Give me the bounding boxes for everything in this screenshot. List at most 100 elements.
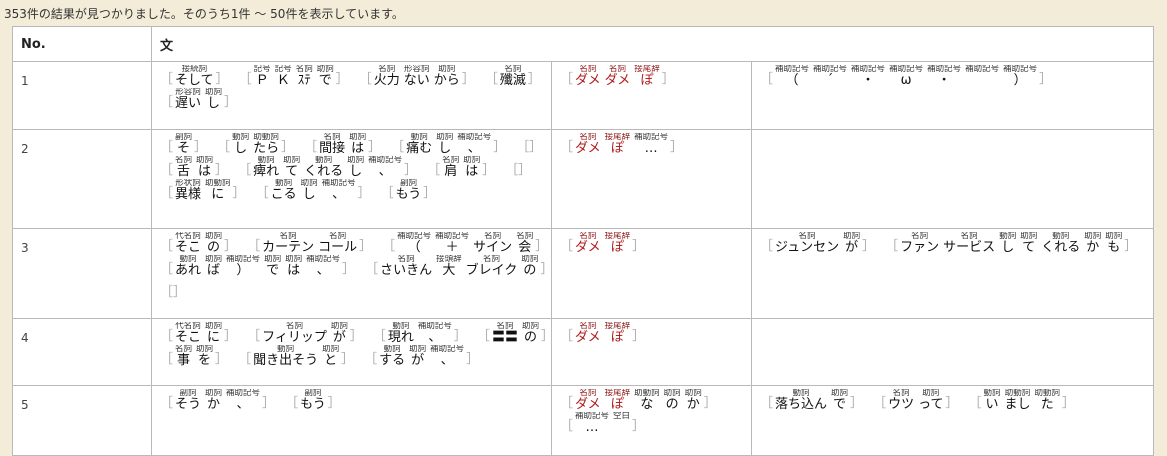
bunsetsu-group[interactable]: ［ 名詞 ダメ 接尾辞ぽ補助記号… ］ [560, 133, 683, 156]
segment-line: ［ 代名詞 そこ 助詞の ］ ［ 名詞 カーテン 名詞 コール ］ ［ 補助記号（補助記号＋名詞 サイン名… [160, 232, 551, 255]
token-surface: 会 [518, 240, 532, 255]
bunsetsu-group[interactable]: ［ 名詞 カーテン 名詞 コール ］ [247, 232, 372, 255]
bunsetsu-group[interactable]: ［ 副詞そ ］ [160, 133, 207, 156]
bunsetsu-group[interactable]: ［ 動詞 聞き出そう 助詞と ］ [238, 345, 354, 368]
bunsetsu-group[interactable]: ［ 名詞 ダメ 名詞 ダメ 接尾辞ぽ ］ [560, 65, 675, 88]
segment-line: ［ 名詞 ダメ 名詞 ダメ 接尾辞ぽ ］ [560, 65, 751, 88]
bunsetsu-group[interactable]: ［ 補助記号（補助記号 ´ 補助記号・補助記号 ω 補助記号・補助記号 補助記号） ］ [760, 65, 1052, 88]
bunsetsu-group[interactable]: ［ ］ [505, 156, 531, 178]
column-header-no: No. [12, 26, 152, 62]
segment-line: ［ 動詞 落ち込ん 助詞で ］ ［ 名詞 ウツ 助詞 って ］ ［ 動詞い助動詞 まし 助動詞た ］ [760, 389, 1153, 412]
token: 名詞 ウツ [888, 389, 914, 412]
bunsetsu-group[interactable]: ［ 動詞 現れ 補助記号、 ］ [373, 322, 467, 345]
token: 名詞 ダメ [605, 65, 631, 88]
token: 動詞い [983, 389, 1000, 412]
token: 動詞 くれる [304, 156, 343, 179]
bunsetsu-group[interactable]: ［ 副詞 そう 助詞か補助記号、 ］ [160, 389, 275, 412]
bunsetsu-group[interactable]: ［ 名詞肩助詞は ］ [427, 156, 495, 179]
token: 助詞 から [434, 65, 460, 88]
context-left-cell: ［ 代名詞 そこ 助詞の ］ ［ 名詞 カーテン 名詞 コール ］ ［ 補助記号（補助記号＋名詞 サイン名… [151, 228, 552, 319]
bunsetsu-group[interactable]: ［ 記号 Ｐ 記号 Ｋ 名詞 ｽﾃ 助詞で ］ [239, 65, 349, 88]
token: 助詞の [521, 255, 538, 278]
token-surface: ダメ [575, 141, 601, 156]
bracket-open: ［ [560, 329, 574, 344]
token: 補助記号、 [418, 322, 452, 345]
token: 動詞 こる [271, 179, 297, 202]
bunsetsu-group[interactable]: ［ 動詞 落ち込ん 助詞で ］ [760, 389, 863, 412]
token-surface: サービス [943, 240, 996, 255]
token: 助詞が [843, 232, 860, 255]
bunsetsu-group[interactable]: ［ 代名詞 そこ 助詞に ］ [160, 322, 237, 345]
bunsetsu-group[interactable]: ［ 副詞 もう ］ [381, 179, 437, 202]
token-surface: たら [253, 141, 280, 156]
bunsetsu-group[interactable]: ［ 形容詞 遅い 助詞し ］ [160, 88, 237, 111]
keyword-cell: ［ 名詞 ダメ 接尾辞ぽ助動詞な助詞の助詞か ］ ［ 補助記号… 空白 ］ [551, 385, 752, 456]
bunsetsu-group[interactable]: ［ 名詞舌助詞は ］ [160, 156, 228, 179]
token: 動詞 痺れ [253, 156, 279, 179]
bracket-close: ］ [540, 255, 551, 277]
token: 動詞 あれ [175, 255, 201, 278]
token-surface: 火力 [373, 73, 400, 88]
token: 名詞舌 [175, 156, 192, 179]
bunsetsu-group[interactable]: ［ 名詞 火力 形容詞 ない 助詞 から ］ [359, 65, 475, 88]
token: 名詞 ダメ [575, 133, 601, 156]
bunsetsu-group[interactable]: ［ 動詞 痛む 助詞し補助記号、 ］ [391, 133, 506, 156]
bunsetsu-group[interactable]: ［ 動詞し助動詞 たら ］ [217, 133, 294, 156]
bunsetsu-group[interactable]: ［ 動詞 する 助詞が補助記号、 ］ [364, 345, 479, 368]
bunsetsu-group[interactable]: ［ 名詞 間接 助詞は ］ [304, 133, 381, 156]
bunsetsu-group[interactable]: ［ 名詞事助詞を ］ [160, 345, 228, 368]
token-surface: 、 [332, 187, 346, 202]
bunsetsu-group[interactable]: ［ 動詞 こる 助詞し補助記号、 ］ [256, 179, 371, 202]
bunsetsu-group[interactable]: ［ 接続詞 そして ］ [160, 65, 229, 88]
bracket-close: ］ [945, 396, 959, 411]
bunsetsu-group[interactable]: ［ 名詞 ダメ 接尾辞ぽ ］ [560, 232, 645, 255]
bunsetsu-group[interactable]: ［ 代名詞 そこ 助詞の ］ [160, 232, 237, 255]
token-surface: さいきん [380, 263, 433, 278]
token-surface: に [211, 187, 225, 202]
token: 名詞 サービス [943, 232, 995, 255]
table-row: 3 ［ 代名詞 そこ 助詞の ］ ［ 名詞 カーテン 名詞 コール ］ ［ 補助記号（補助記号＋名詞 サイン… [12, 228, 1155, 319]
bunsetsu-group[interactable]: ［ 名詞 ジュンセン 助詞が ］ [760, 232, 875, 255]
bunsetsu-group[interactable]: ［ 補助記号… 空白 ］ [560, 412, 645, 435]
token-surface: て [1022, 240, 1036, 255]
bunsetsu-group[interactable]: ［ 名詞 ウツ 助詞 って ］ [873, 389, 958, 412]
bunsetsu-group[interactable]: ［ 動詞 あれ 助詞ば補助記号）助詞で助詞は補助記号、 ］ [160, 255, 355, 278]
bunsetsu-group[interactable]: ［ 副詞 もう ］ [285, 389, 341, 412]
table-header-row: No. 文 [12, 26, 1155, 62]
token: 名詞事 [175, 345, 192, 368]
bunsetsu-group[interactable]: ［ 名詞 ダメ 接尾辞ぽ助動詞な助詞の助詞か ］ [560, 389, 717, 412]
token: 補助記号＋ [435, 232, 469, 255]
token-surface: 、 [316, 263, 330, 278]
table-row: 4 ［ 代名詞 そこ 助詞に ］ ［ 名詞 フィリップ 助詞が ］ ［ 動詞 現れ 補助記号、 ］ ［ 名詞 〓〓助… [12, 318, 1155, 386]
token-surface: フィリップ [262, 330, 327, 345]
bunsetsu-group[interactable]: ［ 補助記号（補助記号＋名詞 サイン 名詞会 ］ [382, 232, 548, 255]
token-surface: 現れ [387, 330, 414, 345]
bunsetsu-group[interactable]: ［名詞さいきん接頭辞大名詞ブレイク助詞の］ [365, 255, 551, 278]
token: 助詞て [283, 156, 300, 179]
bracket-close: ］ [1039, 72, 1053, 87]
bunsetsu-group[interactable]: ［ 名詞 フィリップ 助詞が ］ [247, 322, 363, 345]
bunsetsu-group[interactable]: ［ 名詞 ファン 名詞 サービス 動詞し助詞て動詞 くれる 助詞か助詞も ］ [885, 232, 1137, 255]
bunsetsu-group[interactable]: ［ 名詞 ダメ 接尾辞ぽ ］ [560, 322, 645, 345]
bracket-open: ［ [160, 352, 174, 367]
bunsetsu-group[interactable]: ［ ］ [516, 133, 542, 155]
token-surface: た [1040, 397, 1054, 412]
bunsetsu-group[interactable]: ［ 動詞い助動詞 まし 助動詞た ］ [968, 389, 1075, 412]
token: 助詞で [264, 255, 281, 278]
bunsetsu-group[interactable]: ［名詞〓〓助詞の］ [477, 322, 551, 345]
token-surface: は [465, 164, 479, 179]
context-right-cell [750, 318, 1155, 386]
bunsetsu-group[interactable]: ［ 形状詞 異様 助動詞に ］ [160, 179, 246, 202]
token-surface: し [1001, 240, 1015, 255]
bunsetsu-group[interactable]: ［ 動詞 痺れ 助詞て動詞 くれる 助詞し補助記号、 ］ [238, 156, 417, 179]
bunsetsu-group[interactable]: ［ 名詞 殲滅 ］ [485, 65, 541, 88]
bunsetsu-group[interactable]: ［ ］ [160, 278, 186, 300]
token: 助詞の [664, 389, 681, 412]
bracket-close: ］ [215, 72, 229, 87]
token: 助詞と [322, 345, 339, 368]
token-surface: し [207, 96, 221, 111]
token-surface: 、 [236, 397, 250, 412]
table-row: 1 ［ 接続詞 そして ］ ［ 記号 Ｐ 記号 Ｋ 名詞 ｽﾃ 助詞で ］ ［ 名詞 火力 形容詞 ない 助詞 から ］ ［… [12, 61, 1155, 130]
bracket-open: ［ [160, 262, 174, 277]
token-surface: サイン [473, 240, 513, 255]
